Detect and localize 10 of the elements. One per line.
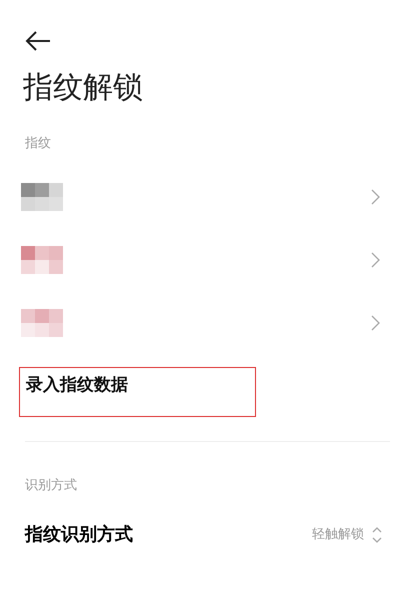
- add-fingerprint-button[interactable]: 录入指纹数据: [19, 366, 256, 416]
- back-arrow-icon: [25, 30, 51, 52]
- section-header: 识别方式: [25, 476, 78, 494]
- setting-label: 指纹识别方式: [25, 523, 133, 547]
- chevron-right-icon: [371, 315, 380, 331]
- chevron-right-icon: [371, 252, 380, 268]
- chevron-right-icon: [371, 189, 380, 205]
- section-header: 指纹: [25, 135, 52, 153]
- up-down-chevron-icon[interactable]: [372, 526, 382, 544]
- page-title: 指纹解锁: [23, 70, 144, 106]
